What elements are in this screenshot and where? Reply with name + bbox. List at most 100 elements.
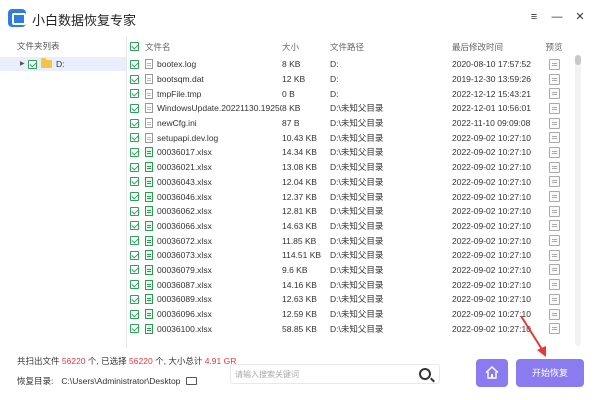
table-row[interactable]: newCfg.ini 87 B D:\未知父目录 2022-11-10 09:09:0… bbox=[128, 116, 572, 131]
row-checkbox[interactable] bbox=[130, 221, 139, 231]
row-checkbox[interactable] bbox=[130, 265, 139, 275]
preview-icon[interactable] bbox=[548, 102, 560, 114]
preview-icon[interactable] bbox=[548, 161, 560, 173]
excel-file-icon bbox=[145, 279, 153, 290]
file-modified: 2022-09-02 10:27:10 bbox=[452, 264, 531, 275]
row-checkbox[interactable] bbox=[130, 309, 139, 319]
preview-icon[interactable] bbox=[548, 264, 560, 276]
file-modified: 2022-09-02 10:27:10 bbox=[452, 220, 531, 231]
row-checkbox[interactable] bbox=[130, 59, 139, 69]
row-checkbox[interactable] bbox=[130, 324, 139, 334]
file-name: 00036072.xlsx bbox=[157, 235, 212, 246]
column-header-name[interactable]: 文件名 bbox=[142, 41, 282, 53]
file-path: D:\未知父目录 bbox=[330, 206, 384, 217]
column-header-path[interactable]: 文件路径 bbox=[330, 41, 452, 53]
preview-icon[interactable] bbox=[548, 191, 560, 203]
preview-icon[interactable] bbox=[548, 293, 560, 305]
preview-icon[interactable] bbox=[548, 235, 560, 247]
table-row[interactable]: 00036089.xlsx 12.63 KB D:\未知父目录 2022-09-02 … bbox=[128, 292, 572, 307]
file-name: tmpFile.tmp bbox=[157, 88, 202, 99]
preview-icon[interactable] bbox=[548, 58, 560, 70]
table-row[interactable]: 00036043.xlsx 12.04 KB D:\未知父目录 2022-09-02 … bbox=[128, 175, 572, 190]
preview-icon[interactable] bbox=[548, 88, 560, 100]
table-row[interactable]: 00036062.xlsx 12.81 KB D:\未知父目录 2022-09-02 … bbox=[128, 204, 572, 219]
table-row[interactable]: 00036072.xlsx 11.85 KB D:\未知父目录 2022-09-02 … bbox=[128, 233, 572, 248]
row-checkbox[interactable] bbox=[130, 192, 139, 202]
row-checkbox[interactable] bbox=[130, 118, 139, 128]
table-row[interactable]: 00036021.xlsx 13.08 KB D:\未知父目录 2022-09-02 … bbox=[128, 160, 572, 175]
scrollbar-thumb[interactable] bbox=[575, 55, 581, 65]
close-button[interactable]: ✕ bbox=[573, 10, 587, 24]
preview-icon[interactable] bbox=[548, 220, 560, 232]
table-row[interactable]: bootsqm.dat 12 KB D: 2019-12-30 13:59:26 bbox=[128, 72, 572, 87]
column-header-size[interactable]: 大小 bbox=[282, 41, 330, 53]
expand-caret-icon[interactable]: ▶ bbox=[20, 57, 28, 71]
scan-summary: 共扫出文件 56220 个, 已选择 56220 个, 大小总计 4.91 GR bbox=[17, 355, 236, 367]
file-modified: 2022-09-02 10:27:10 bbox=[452, 191, 531, 202]
row-checkbox[interactable] bbox=[130, 147, 139, 157]
preview-icon[interactable] bbox=[548, 308, 560, 320]
table-scrollbar[interactable] bbox=[575, 55, 581, 346]
folder-checkbox[interactable] bbox=[28, 59, 37, 69]
folder-icon bbox=[41, 58, 52, 68]
table-row[interactable]: 00036066.xlsx 14.63 KB D:\未知父目录 2022-09-02 … bbox=[128, 219, 572, 234]
row-checkbox[interactable] bbox=[130, 236, 139, 246]
row-checkbox[interactable] bbox=[130, 89, 139, 99]
file-icon bbox=[145, 118, 153, 129]
file-name: 00036079.xlsx bbox=[157, 264, 212, 275]
select-all-checkbox[interactable] bbox=[130, 42, 139, 51]
preview-icon[interactable] bbox=[548, 279, 560, 291]
preview-icon[interactable] bbox=[548, 132, 560, 144]
preview-icon[interactable] bbox=[548, 205, 560, 217]
table-row[interactable]: WindowsUpdate.20221130.19250 8 KB D:\未知父目录… bbox=[128, 101, 572, 116]
folder-tree-item-d[interactable]: ▶ D: bbox=[0, 57, 126, 71]
preview-icon[interactable] bbox=[548, 73, 560, 85]
file-path: D:\未知父目录 bbox=[330, 191, 384, 202]
preview-icon[interactable] bbox=[548, 117, 560, 129]
home-button[interactable] bbox=[476, 359, 508, 387]
preview-icon[interactable] bbox=[548, 323, 560, 335]
file-size: 12 KB bbox=[282, 74, 306, 85]
preview-icon[interactable] bbox=[548, 146, 560, 158]
minimize-button[interactable]: — bbox=[550, 10, 564, 24]
table-row[interactable]: 00036096.xlsx 12.59 KB D:\未知父目录 2022-09-02 … bbox=[128, 307, 572, 322]
file-name: 00036046.xlsx bbox=[157, 191, 212, 202]
row-checkbox[interactable] bbox=[130, 294, 139, 304]
menu-icon[interactable]: ≡ bbox=[527, 10, 541, 24]
start-recovery-button[interactable]: 开始恢复 bbox=[516, 359, 584, 387]
table-row[interactable]: 00036100.xlsx 58.85 KB D:\未知父目录 2022-09-02 … bbox=[128, 321, 572, 336]
file-modified: 2022-09-02 10:27:10 bbox=[452, 309, 531, 320]
row-checkbox[interactable] bbox=[130, 162, 139, 172]
row-checkbox[interactable] bbox=[130, 74, 139, 84]
file-size: 8 KB bbox=[282, 103, 301, 114]
row-checkbox[interactable] bbox=[130, 177, 139, 187]
table-row[interactable]: 00036087.xlsx 14.16 KB D:\未知父目录 2022-09-02 … bbox=[128, 277, 572, 292]
preview-icon[interactable] bbox=[548, 249, 560, 261]
table-row[interactable]: 00036046.xlsx 12.37 KB D:\未知父目录 2022-09-02 … bbox=[128, 189, 572, 204]
excel-file-icon bbox=[145, 264, 153, 275]
table-row[interactable]: 00036079.xlsx 9.6 KB D:\未知父目录 2022-09-02 10… bbox=[128, 263, 572, 278]
table-row[interactable]: 00036073.xlsx 114.51 KB D:\未知父目录 2022-09-02… bbox=[128, 248, 572, 263]
column-header-modified[interactable]: 最后修改时间 bbox=[452, 41, 536, 53]
table-row[interactable]: bootex.log 8 KB D: 2020-08-10 17:57:52 bbox=[128, 57, 572, 72]
open-folder-icon[interactable] bbox=[186, 377, 198, 385]
file-path: D:\未知父目录 bbox=[330, 103, 384, 114]
search-icon[interactable] bbox=[419, 368, 431, 380]
row-checkbox[interactable] bbox=[130, 206, 139, 216]
row-checkbox[interactable] bbox=[130, 280, 139, 290]
recover-dir-value[interactable]: C:\Users\Administrator\Desktop bbox=[61, 376, 180, 386]
file-path: D:\未知父目录 bbox=[330, 235, 384, 246]
table-row[interactable]: tmpFile.tmp 0 B D: 2022-12-12 15:43:21 bbox=[128, 86, 572, 101]
file-size: 10.43 KB bbox=[282, 132, 317, 143]
file-icon bbox=[145, 59, 153, 70]
row-checkbox[interactable] bbox=[130, 250, 139, 260]
file-name: bootex.log bbox=[157, 59, 197, 70]
row-checkbox[interactable] bbox=[130, 133, 139, 143]
table-row[interactable]: setupapi.dev.log 10.43 KB D:\未知父目录 2022-09-… bbox=[128, 130, 572, 145]
search-input[interactable] bbox=[235, 368, 415, 381]
file-name: 00036089.xlsx bbox=[157, 294, 212, 305]
file-modified: 2022-09-02 10:27:10 bbox=[452, 176, 531, 187]
row-checkbox[interactable] bbox=[130, 103, 139, 113]
preview-icon[interactable] bbox=[548, 176, 560, 188]
table-row[interactable]: 00036017.xlsx 14.34 KB D:\未知父目录 2022-09-02 … bbox=[128, 145, 572, 160]
